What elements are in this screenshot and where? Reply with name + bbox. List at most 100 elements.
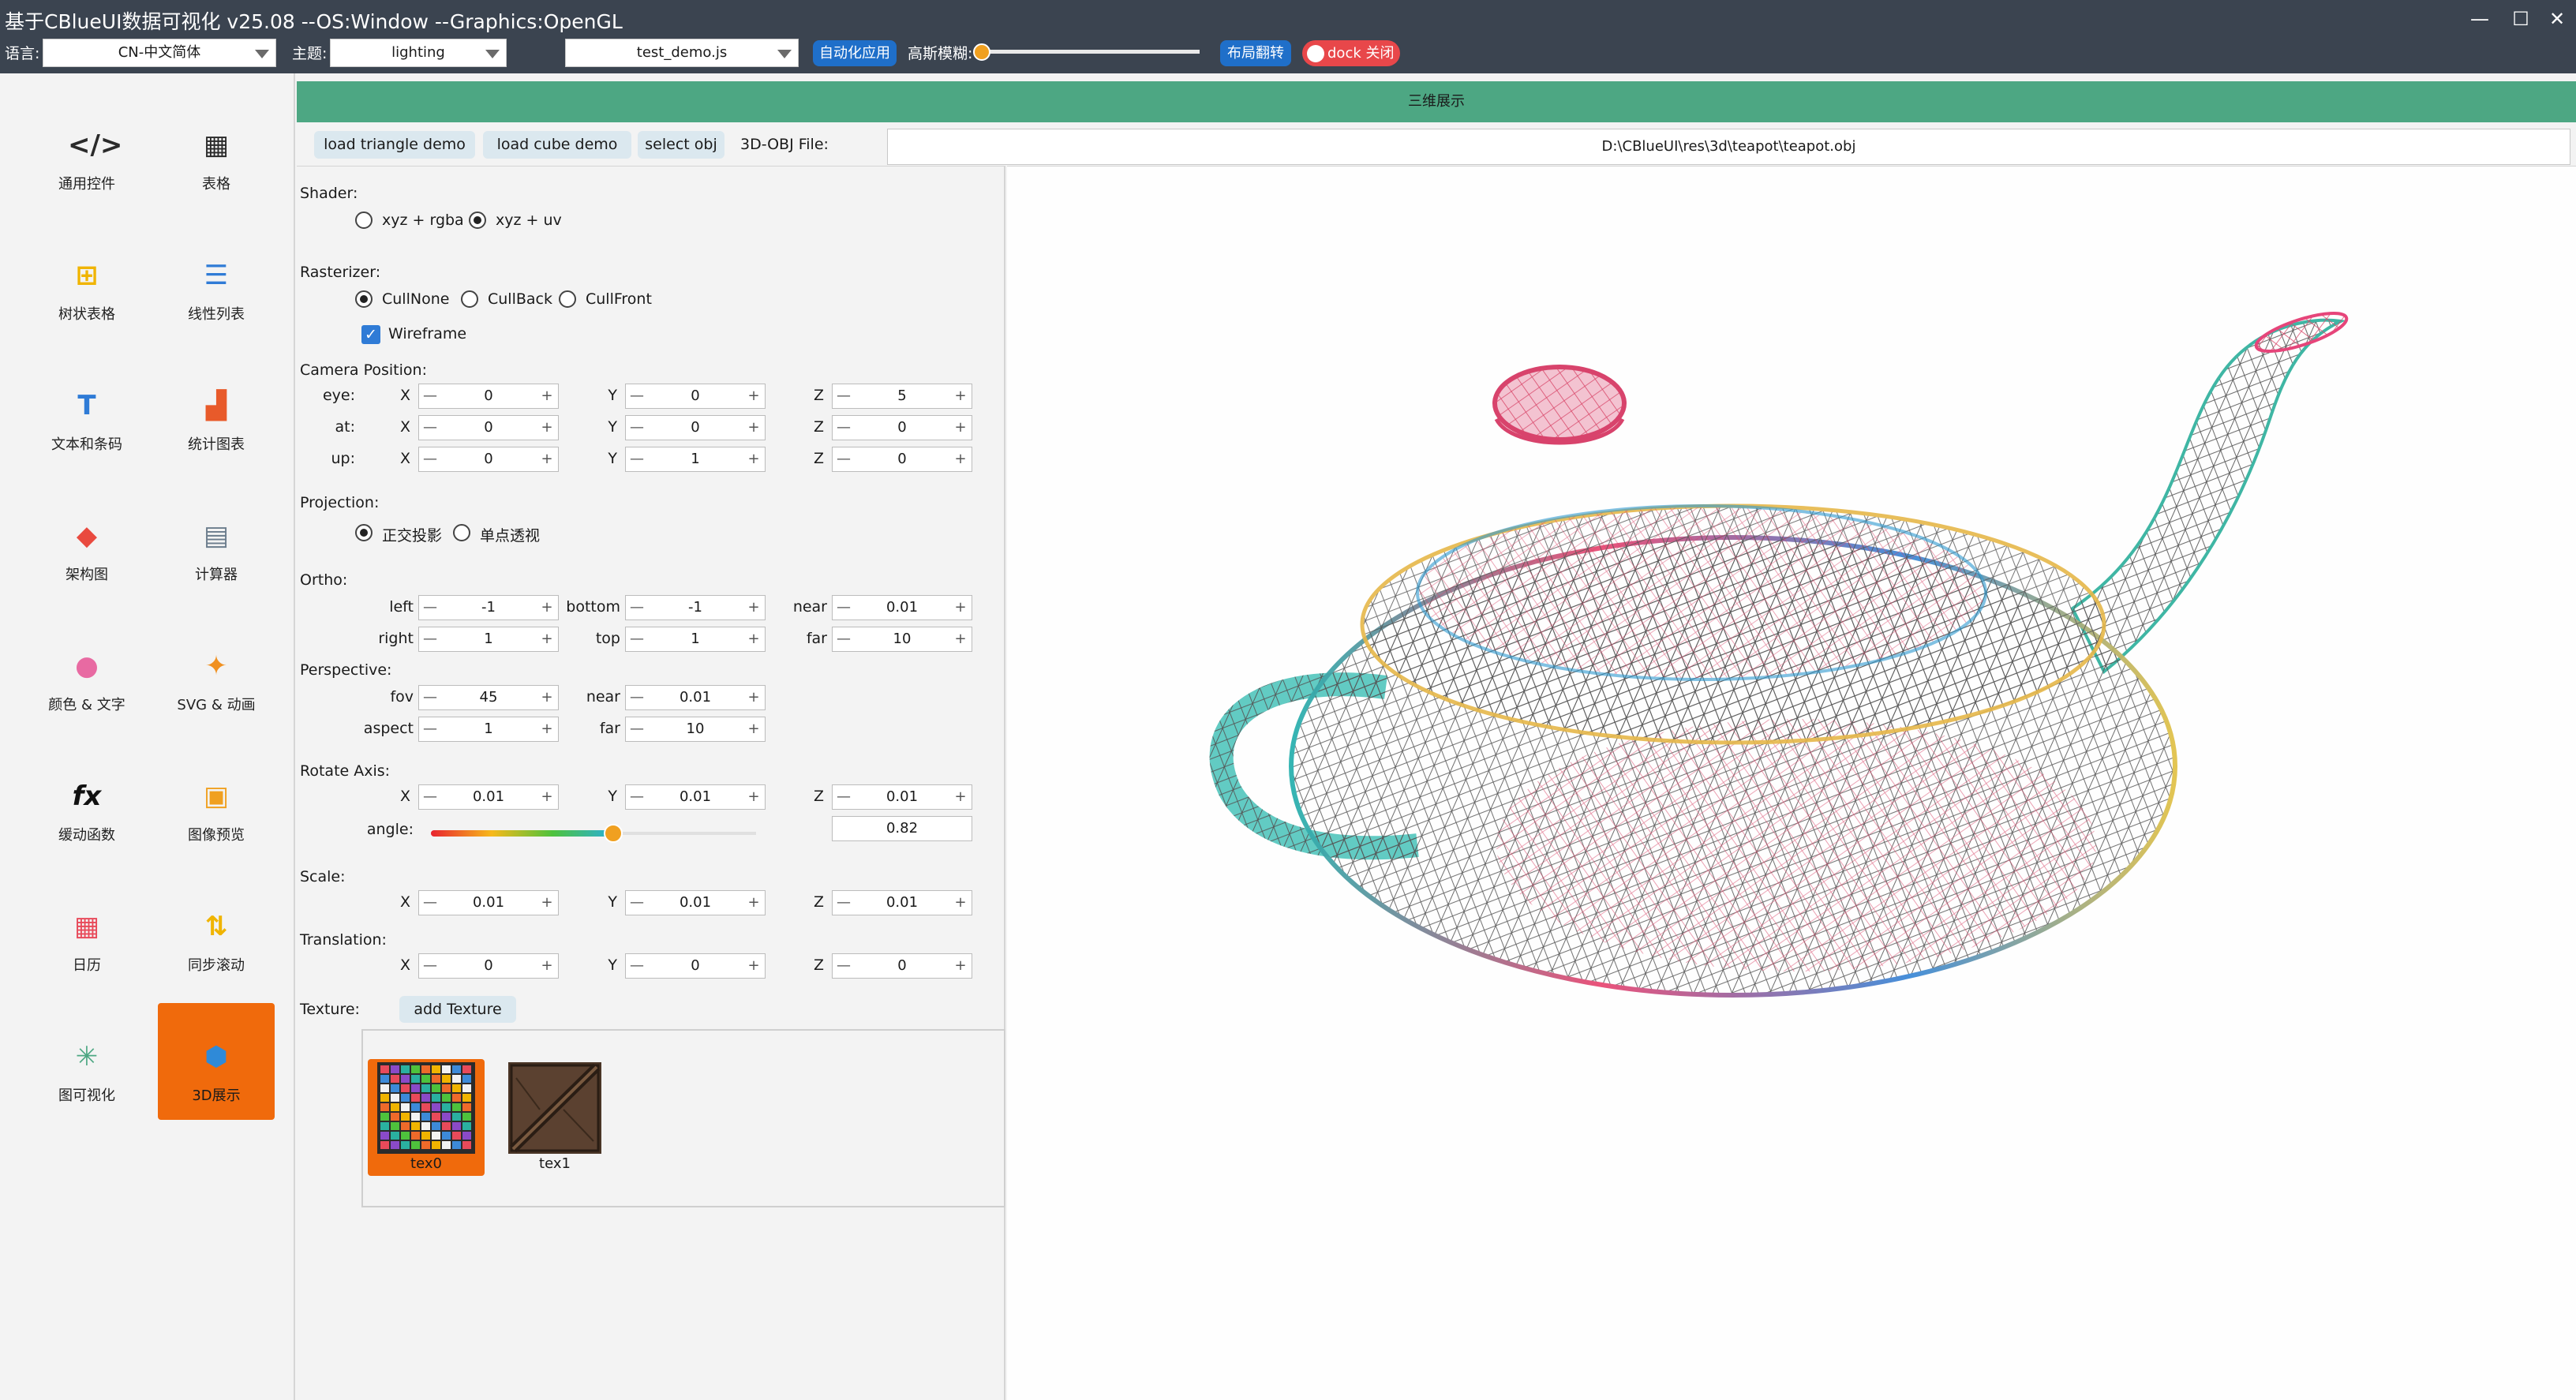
sidebar-item-3[interactable]: ⊞ 树状表格 (28, 222, 145, 339)
decrement-button[interactable]: — (627, 596, 646, 620)
ortho-bottom-input[interactable]: — -1 + (625, 595, 766, 620)
ortho-left-input[interactable]: — -1 + (418, 595, 559, 620)
increment-button[interactable]: + (744, 785, 763, 809)
camera-2-y[interactable]: — 1 + (625, 447, 766, 472)
decrement-button[interactable]: — (627, 785, 646, 809)
select-obj-button[interactable]: select obj (638, 131, 724, 159)
increment-button[interactable]: + (744, 954, 763, 978)
camera-0-z[interactable]: — 5 + (832, 384, 972, 409)
increment-button[interactable]: + (951, 954, 970, 978)
increment-button[interactable]: + (537, 384, 556, 408)
decrement-button[interactable]: — (627, 686, 646, 709)
sidebar-item-2[interactable]: ▦ 表格 (158, 92, 275, 208)
increment-button[interactable]: + (537, 447, 556, 471)
persp-near-input[interactable]: — 0.01 + (625, 685, 766, 710)
sidebar-item-13[interactable]: ▦ 日历 (28, 873, 145, 990)
rotate-axis-y[interactable]: — 0.01 + (625, 784, 766, 810)
perspective-radio[interactable] (453, 524, 470, 541)
increment-button[interactable]: + (537, 785, 556, 809)
sidebar-item-5[interactable]: T 文本和条码 (28, 352, 145, 469)
increment-button[interactable]: + (537, 954, 556, 978)
increment-button[interactable]: + (951, 447, 970, 471)
decrement-button[interactable]: — (421, 717, 440, 741)
orthographic-radio[interactable] (355, 524, 373, 541)
camera-1-y[interactable]: — 0 + (625, 415, 766, 440)
camera-2-x[interactable]: — 0 + (418, 447, 559, 472)
blur-slider-handle[interactable] (973, 43, 990, 61)
sidebar-item-14[interactable]: ⇅ 同步滚动 (158, 873, 275, 990)
camera-1-z[interactable]: — 0 + (832, 415, 972, 440)
translation-y[interactable]: — 0 + (625, 953, 766, 979)
increment-button[interactable]: + (537, 891, 556, 915)
add-texture-button[interactable]: add Texture (399, 996, 516, 1023)
obj-path-field[interactable]: D:\CBlueUI\res\3d\teapot\teapot.obj (887, 129, 2570, 165)
increment-button[interactable]: + (744, 416, 763, 440)
camera-2-z[interactable]: — 0 + (832, 447, 972, 472)
blur-slider-track[interactable] (982, 50, 1200, 54)
sidebar-item-9[interactable]: ● 颜色 & 文字 (28, 612, 145, 729)
decrement-button[interactable]: — (627, 627, 646, 651)
sidebar-item-10[interactable]: ✦ SVG & 动画 (158, 612, 275, 729)
sidebar-item-8[interactable]: ▤ 计算器 (158, 482, 275, 599)
ortho-top-input[interactable]: —1 + (625, 627, 766, 652)
rotate-axis-z[interactable]: — 0.01 + (832, 784, 972, 810)
maximize-button[interactable]: ☐ (2507, 5, 2535, 33)
sidebar-item-1[interactable]: </> 通用控件 (28, 92, 145, 208)
3d-viewport[interactable] (1007, 166, 2576, 1400)
decrement-button[interactable]: — (627, 954, 646, 978)
minimize-button[interactable]: — (2466, 5, 2494, 33)
texture-item-tex0[interactable]: tex0 (368, 1059, 485, 1176)
increment-button[interactable]: + (951, 891, 970, 915)
load-triangle-button[interactable]: load triangle demo (314, 131, 475, 159)
sidebar-item-4[interactable]: ☰ 线性列表 (158, 222, 275, 339)
decrement-button[interactable]: — (421, 596, 440, 620)
scale-z[interactable]: — 0.01 + (832, 890, 972, 915)
shader-radio-rgba[interactable] (355, 211, 373, 229)
scale-y[interactable]: — 0.01 + (625, 890, 766, 915)
close-button[interactable]: ✕ (2543, 5, 2571, 33)
increment-button[interactable]: + (951, 416, 970, 440)
decrement-button[interactable]: — (421, 785, 440, 809)
increment-button[interactable]: + (951, 384, 970, 408)
decrement-button[interactable]: — (834, 891, 853, 915)
cull-front-radio[interactable] (559, 290, 576, 308)
rotate-axis-x[interactable]: — 0.01 + (418, 784, 559, 810)
decrement-button[interactable]: — (421, 447, 440, 471)
decrement-button[interactable]: — (834, 384, 853, 408)
cull-back-radio[interactable] (461, 290, 478, 308)
decrement-button[interactable]: — (834, 596, 853, 620)
decrement-button[interactable]: — (421, 384, 440, 408)
increment-button[interactable]: + (744, 384, 763, 408)
increment-button[interactable]: + (744, 717, 763, 741)
decrement-button[interactable]: — (627, 891, 646, 915)
sidebar-item-15[interactable]: ✳ 图可视化 (28, 1003, 145, 1120)
increment-button[interactable]: + (951, 627, 970, 651)
sidebar-item-12[interactable]: ▣ 图像预览 (158, 743, 275, 859)
ortho-right-input[interactable]: —1 + (418, 627, 559, 652)
shader-radio-uv[interactable] (469, 211, 486, 229)
increment-button[interactable]: + (951, 596, 970, 620)
decrement-button[interactable]: — (421, 416, 440, 440)
sidebar-item-16[interactable]: ⬢ 3D展示 (158, 1003, 275, 1120)
decrement-button[interactable]: — (834, 416, 853, 440)
decrement-button[interactable]: — (421, 954, 440, 978)
aspect-input[interactable]: —1 + (418, 717, 559, 742)
increment-button[interactable]: + (537, 416, 556, 440)
language-select[interactable]: CN-中文简体 (43, 39, 276, 67)
persp-far-input[interactable]: — 10 + (625, 717, 766, 742)
camera-1-x[interactable]: — 0 + (418, 415, 559, 440)
decrement-button[interactable]: — (627, 416, 646, 440)
decrement-button[interactable]: — (627, 384, 646, 408)
decrement-button[interactable]: — (421, 686, 440, 709)
angle-slider-handle[interactable] (603, 824, 623, 843)
camera-0-y[interactable]: — 0 + (625, 384, 766, 409)
layout-flip-button[interactable]: 布局翻转 (1220, 40, 1291, 66)
wireframe-checkbox[interactable]: ✓ (361, 325, 380, 344)
load-cube-button[interactable]: load cube demo (483, 131, 631, 159)
ortho-far-input[interactable]: — 10 + (832, 627, 972, 652)
script-select[interactable]: test_demo.js (565, 39, 799, 67)
sidebar-item-6[interactable]: ▟ 统计图表 (158, 352, 275, 469)
dock-toggle[interactable]: dock 关闭 (1302, 40, 1400, 66)
increment-button[interactable]: + (744, 447, 763, 471)
decrement-button[interactable]: — (421, 627, 440, 651)
